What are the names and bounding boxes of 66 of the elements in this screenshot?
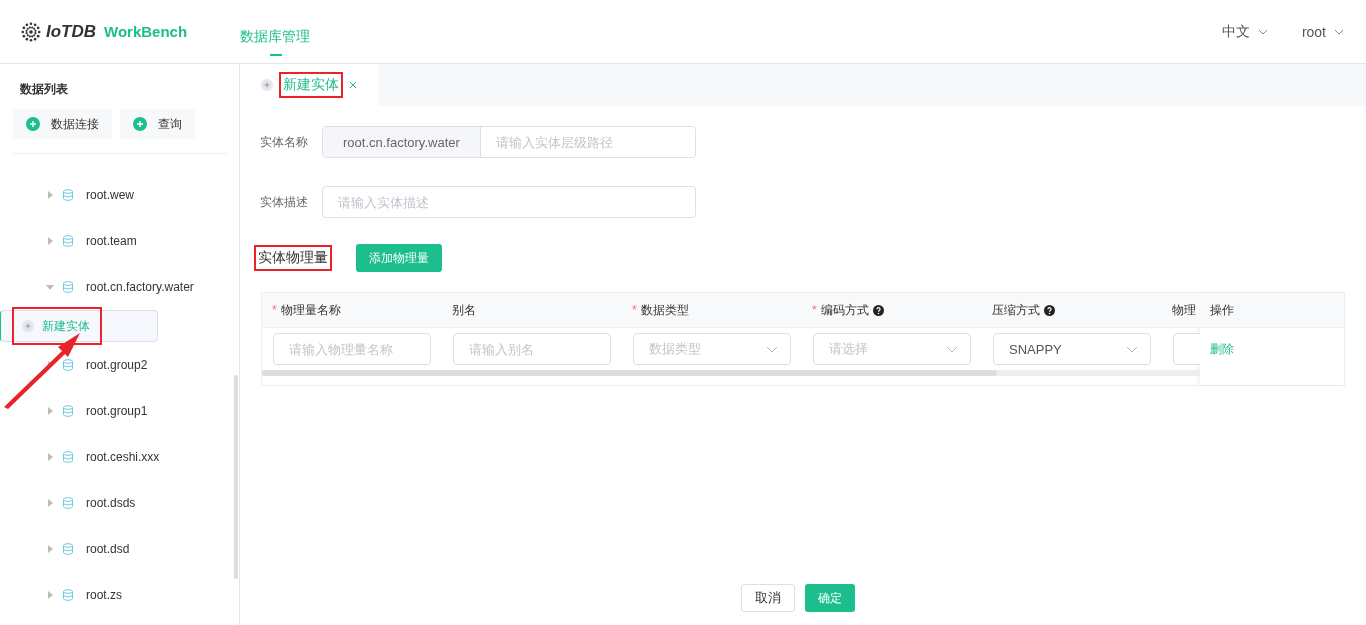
caret-right-icon[interactable] xyxy=(46,453,54,461)
input-field[interactable]: root.cn.factory.water 请输入实体层级路径 xyxy=(322,126,696,158)
caret-right-icon[interactable] xyxy=(46,591,54,599)
tree-item[interactable]: root.dsd xyxy=(0,526,239,572)
caret-right-icon[interactable] xyxy=(46,191,54,199)
plus-circle-icon xyxy=(22,320,34,332)
chevron-icon xyxy=(766,345,778,353)
tree-item[interactable]: root.zs xyxy=(0,572,239,618)
tree-item[interactable]: root.cn.factory.water xyxy=(0,264,239,310)
database-icon xyxy=(62,497,74,509)
database-icon xyxy=(62,189,74,201)
column-label: 数据类型 xyxy=(640,301,689,319)
language-dropdown[interactable]: 中文 xyxy=(1221,22,1268,41)
caret-right-icon[interactable] xyxy=(46,407,54,415)
plus-circle-icon xyxy=(133,117,147,131)
database-icon xyxy=(62,359,74,371)
chevron-icon xyxy=(1257,28,1268,35)
caret-right-icon[interactable] xyxy=(46,545,54,553)
sidebar-action-button[interactable]: 查询 xyxy=(120,109,195,139)
sidebar-title: 数据列表 xyxy=(19,81,69,95)
tree-item[interactable]: root.team xyxy=(0,218,239,264)
select-field[interactable]: SNAPPY xyxy=(993,333,1151,365)
field-label: 实体名称 xyxy=(260,133,308,151)
database-icon xyxy=(62,543,74,555)
required-mark: * xyxy=(812,303,817,317)
tree-item[interactable]: root.ceshi.xxx xyxy=(0,434,239,480)
plus-circle-icon xyxy=(261,79,273,91)
tree-item[interactable]: root.wew xyxy=(0,172,239,218)
caret-down-icon[interactable] xyxy=(46,283,54,291)
column-label: 别名 xyxy=(452,301,476,319)
column-header: 操作 xyxy=(1200,293,1344,328)
chevron-icon xyxy=(1126,345,1138,353)
chevron-icon xyxy=(946,345,958,353)
help-icon[interactable] xyxy=(1044,304,1055,316)
database-icon xyxy=(62,405,74,417)
chevron-icon xyxy=(1334,28,1344,35)
input-field[interactable]: 请输入实体描述 xyxy=(322,186,696,218)
brand-name: IoTDB xyxy=(46,21,97,42)
database-icon xyxy=(62,235,74,247)
tree-item[interactable]: root.dsds xyxy=(0,480,239,526)
input-field[interactable]: 请输入别名 xyxy=(453,333,611,365)
section-title: 实体物理量 xyxy=(254,245,332,271)
scrollbar[interactable] xyxy=(262,370,997,376)
field-label: 实体描述 xyxy=(260,193,308,211)
database-icon xyxy=(62,451,74,463)
product-name: WorkBench xyxy=(104,23,188,40)
column-label: 编码方式 xyxy=(820,301,869,319)
database-icon xyxy=(62,589,74,601)
close-icon[interactable] xyxy=(349,81,357,89)
column-label: 压缩方式 xyxy=(992,301,1040,319)
cancel-button[interactable]: 取消 xyxy=(741,584,795,612)
logo-icon xyxy=(20,20,42,43)
caret-right-icon[interactable] xyxy=(46,499,54,507)
plus-circle-icon xyxy=(26,117,40,131)
required-mark: * xyxy=(272,303,277,317)
required-mark: * xyxy=(632,303,637,317)
column-label: 物理量名称 xyxy=(280,301,341,319)
tree-item[interactable]: root.group1 xyxy=(0,388,239,434)
path-prefix: root.cn.factory.water xyxy=(323,127,481,157)
user-dropdown[interactable]: root xyxy=(1301,22,1344,41)
sidebar-action-button[interactable]: 数据连接 xyxy=(13,109,112,139)
database-icon xyxy=(62,281,74,293)
column-label: 物理 xyxy=(1172,301,1196,319)
input-field[interactable]: 请输入物理量名称 xyxy=(273,333,431,365)
help-icon[interactable] xyxy=(872,304,884,316)
caret-right-icon[interactable] xyxy=(46,237,54,245)
